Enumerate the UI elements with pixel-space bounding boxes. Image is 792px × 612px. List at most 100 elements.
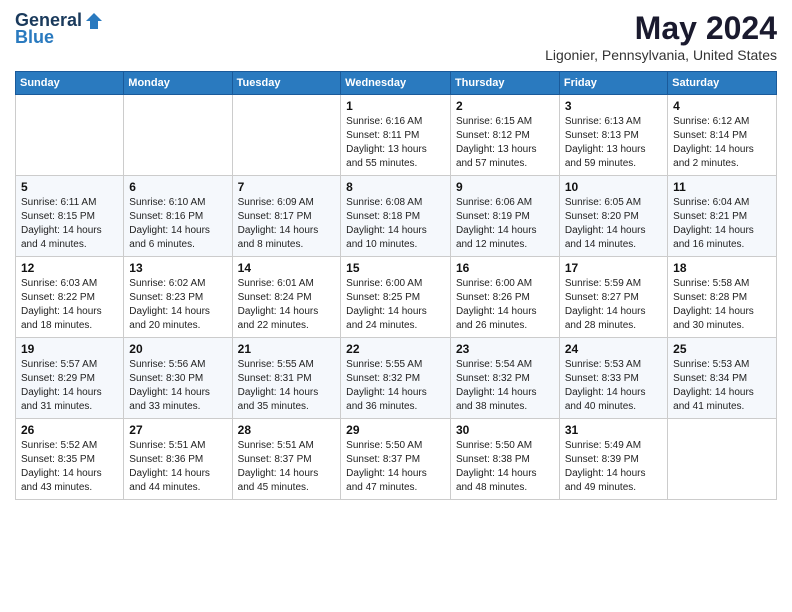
day-info: Sunrise: 6:16 AMSunset: 8:11 PMDaylight:…: [346, 115, 445, 171]
day-number: 16: [456, 261, 554, 275]
day-number: 19: [21, 342, 118, 356]
day-number: 18: [673, 261, 771, 275]
calendar-cell: 6Sunrise: 6:10 AMSunset: 8:16 PMDaylight…: [124, 176, 232, 257]
day-info: Sunrise: 5:55 AMSunset: 8:32 PMDaylight:…: [346, 358, 445, 414]
day-info: Sunrise: 6:00 AMSunset: 8:26 PMDaylight:…: [456, 277, 554, 333]
calendar-cell: 4 Sunrise: 6:12 AMSunset: 8:14 PMDaylight…: [668, 95, 777, 176]
calendar-cell: 25 Sunrise: 5:53 AMSunset: 8:34 PMDayligh…: [668, 338, 777, 419]
calendar-cell: 22 Sunrise: 5:55 AMSunset: 8:32 PMDayligh…: [341, 338, 451, 419]
calendar-cell: 17 Sunrise: 5:59 AMSunset: 8:27 PMDayligh…: [559, 257, 667, 338]
day-number: 8: [346, 180, 445, 194]
calendar-week-row: 5 Sunrise: 6:11 AMSunset: 8:15 PMDaylight…: [16, 176, 777, 257]
weekday-header: Wednesday: [341, 72, 451, 95]
logo-icon: [84, 11, 104, 31]
weekday-header: Monday: [124, 72, 232, 95]
day-info: Sunrise: 5:53 AMSunset: 8:33 PMDaylight:…: [565, 358, 662, 414]
day-info: Sunrise: 6:11 AMSunset: 8:15 PMDaylight:…: [21, 196, 118, 252]
day-number: 29: [346, 423, 445, 437]
day-info: Sunrise: 5:54 AMSunset: 8:32 PMDaylight:…: [456, 358, 554, 414]
calendar-cell: 20 Sunrise: 5:56 AMSunset: 8:30 PMDayligh…: [124, 338, 232, 419]
logo-blue-text: Blue: [15, 27, 54, 48]
logo: General Blue: [15, 10, 104, 48]
day-number: 2: [456, 99, 554, 113]
calendar-table: SundayMondayTuesdayWednesdayThursdayFrid…: [15, 71, 777, 500]
day-info: Sunrise: 6:01 AMSunset: 8:24 PMDaylight:…: [238, 277, 336, 333]
day-number: 21: [238, 342, 336, 356]
calendar-cell: 9 Sunrise: 6:06 AMSunset: 8:19 PMDaylight…: [450, 176, 559, 257]
calendar-week-row: 1Sunrise: 6:16 AMSunset: 8:11 PMDaylight…: [16, 95, 777, 176]
calendar-cell: 16 Sunrise: 6:00 AMSunset: 8:26 PMDayligh…: [450, 257, 559, 338]
calendar-cell: 5 Sunrise: 6:11 AMSunset: 8:15 PMDaylight…: [16, 176, 124, 257]
weekday-header: Thursday: [450, 72, 559, 95]
day-number: 7: [238, 180, 336, 194]
calendar-cell: 29 Sunrise: 5:50 AMSunset: 8:37 PMDayligh…: [341, 419, 451, 500]
day-info: Sunrise: 6:12 AMSunset: 8:14 PMDaylight:…: [673, 115, 771, 171]
calendar-cell: [232, 95, 341, 176]
day-info: Sunrise: 5:50 AMSunset: 8:38 PMDaylight:…: [456, 439, 554, 495]
calendar-cell: 31 Sunrise: 5:49 AMSunset: 8:39 PMDayligh…: [559, 419, 667, 500]
day-number: 5: [21, 180, 118, 194]
day-number: 9: [456, 180, 554, 194]
calendar-cell: [16, 95, 124, 176]
day-info: Sunrise: 6:08 AMSunset: 8:18 PMDaylight:…: [346, 196, 445, 252]
day-number: 15: [346, 261, 445, 275]
day-info: Sunrise: 5:58 AMSunset: 8:28 PMDaylight:…: [673, 277, 771, 333]
calendar-week-row: 26Sunrise: 5:52 AMSunset: 8:35 PMDayligh…: [16, 419, 777, 500]
calendar-cell: 11Sunrise: 6:04 AMSunset: 8:21 PMDayligh…: [668, 176, 777, 257]
day-info: Sunrise: 5:59 AMSunset: 8:27 PMDaylight:…: [565, 277, 662, 333]
day-number: 12: [21, 261, 118, 275]
weekday-header: Saturday: [668, 72, 777, 95]
calendar-cell: [124, 95, 232, 176]
day-info: Sunrise: 6:13 AMSunset: 8:13 PMDaylight:…: [565, 115, 662, 171]
day-info: Sunrise: 6:00 AMSunset: 8:25 PMDaylight:…: [346, 277, 445, 333]
day-info: Sunrise: 6:06 AMSunset: 8:19 PMDaylight:…: [456, 196, 554, 252]
weekday-header: Sunday: [16, 72, 124, 95]
day-number: 13: [129, 261, 226, 275]
day-number: 20: [129, 342, 226, 356]
calendar-cell: 15 Sunrise: 6:00 AMSunset: 8:25 PMDayligh…: [341, 257, 451, 338]
day-number: 30: [456, 423, 554, 437]
day-number: 25: [673, 342, 771, 356]
calendar-cell: 10 Sunrise: 6:05 AMSunset: 8:20 PMDayligh…: [559, 176, 667, 257]
calendar-cell: 19 Sunrise: 5:57 AMSunset: 8:29 PMDayligh…: [16, 338, 124, 419]
calendar-cell: 26Sunrise: 5:52 AMSunset: 8:35 PMDayligh…: [16, 419, 124, 500]
day-number: 23: [456, 342, 554, 356]
day-number: 17: [565, 261, 662, 275]
day-info: Sunrise: 6:05 AMSunset: 8:20 PMDaylight:…: [565, 196, 662, 252]
calendar-week-row: 19 Sunrise: 5:57 AMSunset: 8:29 PMDayligh…: [16, 338, 777, 419]
day-number: 4: [673, 99, 771, 113]
day-info: Sunrise: 5:56 AMSunset: 8:30 PMDaylight:…: [129, 358, 226, 414]
day-info: Sunrise: 5:57 AMSunset: 8:29 PMDaylight:…: [21, 358, 118, 414]
weekday-header: Tuesday: [232, 72, 341, 95]
day-number: 31: [565, 423, 662, 437]
day-info: Sunrise: 5:49 AMSunset: 8:39 PMDaylight:…: [565, 439, 662, 495]
calendar-cell: [668, 419, 777, 500]
page-header: General Blue May 2024 Ligonier, Pennsylv…: [15, 10, 777, 63]
calendar-cell: 13Sunrise: 6:02 AMSunset: 8:23 PMDayligh…: [124, 257, 232, 338]
calendar-cell: 30 Sunrise: 5:50 AMSunset: 8:38 PMDayligh…: [450, 419, 559, 500]
day-number: 11: [673, 180, 771, 194]
month-title: May 2024: [545, 10, 777, 47]
day-number: 24: [565, 342, 662, 356]
day-info: Sunrise: 5:53 AMSunset: 8:34 PMDaylight:…: [673, 358, 771, 414]
day-number: 22: [346, 342, 445, 356]
day-number: 10: [565, 180, 662, 194]
day-info: Sunrise: 6:15 AMSunset: 8:12 PMDaylight:…: [456, 115, 554, 171]
day-info: Sunrise: 5:55 AMSunset: 8:31 PMDaylight:…: [238, 358, 336, 414]
calendar-cell: 12Sunrise: 6:03 AMSunset: 8:22 PMDayligh…: [16, 257, 124, 338]
day-info: Sunrise: 5:51 AMSunset: 8:36 PMDaylight:…: [129, 439, 226, 495]
day-number: 26: [21, 423, 118, 437]
calendar-cell: 1Sunrise: 6:16 AMSunset: 8:11 PMDaylight…: [341, 95, 451, 176]
calendar-header-row: SundayMondayTuesdayWednesdayThursdayFrid…: [16, 72, 777, 95]
calendar-cell: 18 Sunrise: 5:58 AMSunset: 8:28 PMDayligh…: [668, 257, 777, 338]
location-text: Ligonier, Pennsylvania, United States: [545, 47, 777, 63]
weekday-header: Friday: [559, 72, 667, 95]
title-block: May 2024 Ligonier, Pennsylvania, United …: [545, 10, 777, 63]
calendar-cell: 28Sunrise: 5:51 AMSunset: 8:37 PMDayligh…: [232, 419, 341, 500]
calendar-cell: 3 Sunrise: 6:13 AMSunset: 8:13 PMDaylight…: [559, 95, 667, 176]
day-number: 3: [565, 99, 662, 113]
day-info: Sunrise: 5:51 AMSunset: 8:37 PMDaylight:…: [238, 439, 336, 495]
calendar-cell: 27Sunrise: 5:51 AMSunset: 8:36 PMDayligh…: [124, 419, 232, 500]
calendar-cell: 23 Sunrise: 5:54 AMSunset: 8:32 PMDayligh…: [450, 338, 559, 419]
day-info: Sunrise: 5:50 AMSunset: 8:37 PMDaylight:…: [346, 439, 445, 495]
